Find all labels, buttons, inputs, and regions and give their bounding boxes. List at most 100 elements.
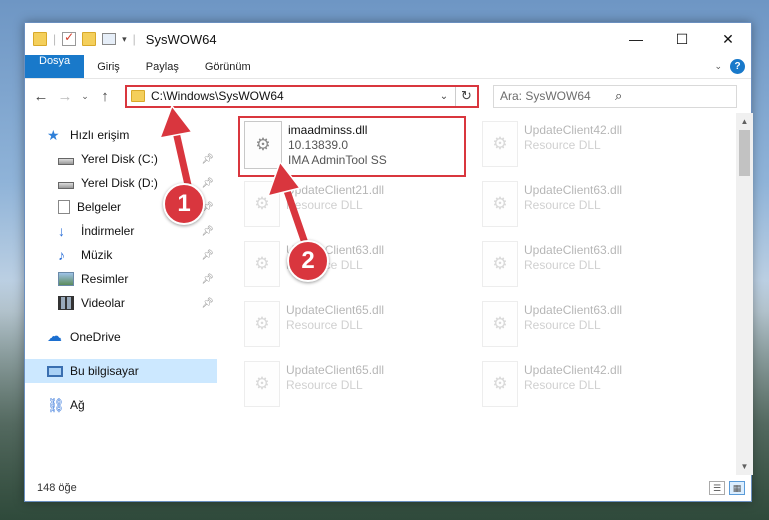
address-row: ← → ⌄ ↑ C:\Windows\SysWOW64 ⌄ ↻ Ara: Sys… — [25, 79, 751, 113]
nav-quick-access[interactable]: ★ Hızlı erişim — [25, 123, 218, 147]
file-item-imaadminss[interactable]: ⚙ imaadminss.dll 10.13839.0 IMA AdminToo… — [238, 116, 466, 177]
nav-label: Resimler — [81, 272, 129, 286]
nav-network[interactable]: ⛓ Ağ — [25, 393, 218, 417]
nav-label: Müzik — [81, 248, 113, 262]
explorer-window: | ▾ | SysWOW64 — ☐ ✕ Dosya Giriş Paylaş … — [24, 22, 753, 502]
file-meta: UpdateClient63.dll Resource DLL — [524, 241, 622, 273]
up-arrow-icon[interactable]: ↑ — [95, 88, 115, 105]
properties-check-icon[interactable] — [62, 30, 77, 46]
quick-access-toolbar: | ▾ | — [25, 30, 136, 46]
pin-icon[interactable]: 📌︎ — [201, 250, 214, 261]
file-description: Resource DLL — [286, 198, 363, 212]
file-meta: UpdateClient42.dll Resource DLL — [524, 121, 622, 153]
close-button[interactable]: ✕ — [705, 23, 751, 55]
help-icon[interactable]: ? — [730, 59, 745, 74]
dll-gear-icon: ⚙ — [244, 121, 282, 169]
nav-item-pictures[interactable]: Resimler 📌︎ — [25, 267, 218, 291]
dll-gear-icon: ⚙ — [482, 181, 518, 227]
scroll-thumb[interactable] — [739, 130, 750, 176]
file-description: Resource DLL — [524, 378, 601, 392]
search-input[interactable]: Ara: SysWOW64 ⌕ — [493, 84, 737, 108]
tab-share[interactable]: Paylaş — [133, 55, 192, 78]
address-path[interactable]: C:\Windows\SysWOW64 — [151, 89, 433, 103]
file-description: Resource DLL — [286, 318, 363, 332]
computer-icon — [47, 365, 63, 377]
file-meta: UpdateClient65.dll Resource DLL — [286, 361, 384, 393]
file-name: UpdateClient21.dll — [286, 183, 385, 197]
scroll-down-arrow-icon[interactable]: ▼ — [736, 458, 753, 475]
file-item[interactable]: ⚙ UpdateClient42.dll Resource DLL — [482, 361, 720, 421]
nav-this-pc[interactable]: Bu bilgisayar — [25, 359, 217, 383]
window-title: SysWOW64 — [145, 31, 217, 47]
customize-toolbar-chevron-icon[interactable]: ▾ — [122, 34, 127, 45]
forward-arrow-icon[interactable]: → — [55, 88, 75, 105]
file-item[interactable]: ⚙ UpdateClient65.dll Resource DLL — [244, 361, 482, 421]
dll-gear-icon: ⚙ — [244, 241, 280, 287]
pin-icon[interactable]: 📌︎ — [201, 178, 214, 189]
minimize-button[interactable]: — — [613, 23, 659, 55]
pin-icon[interactable]: 📌︎ — [201, 274, 214, 285]
disk-icon — [58, 157, 74, 165]
pin-icon[interactable]: 📌︎ — [201, 226, 214, 237]
nav-item-local-disk-c[interactable]: Yerel Disk (C:) 📌︎ — [25, 147, 218, 171]
vertical-scrollbar[interactable]: ▲ ▼ — [736, 113, 753, 475]
file-description: IMA AdminTool SS — [288, 153, 387, 167]
pin-icon[interactable]: 📌︎ — [201, 298, 214, 309]
file-item[interactable]: ⚙ UpdateClient65.dll Resource DLL — [244, 301, 482, 361]
tab-file[interactable]: Dosya — [25, 55, 85, 78]
ribbon-tabs: Dosya Giriş Paylaş Görünüm ⌄ ? — [25, 55, 751, 79]
ribbon-right-controls: ⌄ ? — [714, 55, 751, 78]
file-item[interactable]: ⚙ UpdateClient63.dll Resource DLL — [244, 241, 482, 301]
file-name: UpdateClient65.dll — [286, 303, 385, 317]
address-bar[interactable]: C:\Windows\SysWOW64 ⌄ ↻ — [125, 84, 479, 108]
nav-item-music[interactable]: ♪ Müzik 📌︎ — [25, 243, 218, 267]
file-name: UpdateClient63.dll — [524, 243, 623, 257]
file-meta: UpdateClient21.dll Resource DLL — [286, 181, 384, 213]
scroll-up-arrow-icon[interactable]: ▲ — [736, 113, 753, 130]
file-description: Resource DLL — [524, 138, 601, 152]
tab-home[interactable]: Giriş — [84, 55, 133, 78]
address-dropdown-chevron-icon[interactable]: ⌄ — [433, 91, 455, 102]
dll-gear-icon: ⚙ — [482, 301, 518, 347]
file-name: UpdateClient63.dll — [524, 183, 623, 197]
file-item[interactable]: ⚙ UpdateClient63.dll Resource DLL — [482, 301, 720, 361]
nav-label: Bu bilgisayar — [70, 364, 139, 378]
dll-gear-icon: ⚙ — [244, 181, 280, 227]
recent-locations-chevron-icon[interactable]: ⌄ — [79, 91, 91, 102]
pictures-icon — [58, 272, 74, 286]
toolbar-separator: | — [53, 32, 57, 46]
title-bar: | ▾ | SysWOW64 — ☐ ✕ — [25, 23, 751, 55]
file-item[interactable]: ⚙ UpdateClient63.dll Resource DLL — [482, 241, 720, 301]
back-arrow-icon[interactable]: ← — [31, 88, 51, 105]
network-icon: ⛓ — [47, 397, 65, 413]
pin-icon[interactable]: 📌︎ — [201, 154, 214, 165]
tab-view[interactable]: Görünüm — [192, 55, 264, 78]
star-icon: ★ — [47, 127, 60, 143]
file-meta: UpdateClient65.dll Resource DLL — [286, 301, 384, 333]
file-item[interactable]: ⚙ UpdateClient63.dll Resource DLL — [482, 181, 720, 241]
maximize-button[interactable]: ☐ — [659, 23, 705, 55]
new-folder-icon[interactable] — [82, 32, 97, 46]
nav-label: Yerel Disk (C:) — [81, 152, 158, 166]
nav-label: Videolar — [81, 296, 125, 310]
annotation-marker-2: 2 — [287, 240, 329, 282]
file-description: Resource DLL — [524, 258, 601, 272]
dll-gear-icon: ⚙ — [482, 361, 518, 407]
expand-ribbon-chevron-icon[interactable]: ⌄ — [714, 61, 722, 72]
file-item[interactable]: ⚙ UpdateClient42.dll Resource DLL — [482, 121, 720, 181]
nav-item-videos[interactable]: Videolar 📌︎ — [25, 291, 218, 315]
dll-gear-icon: ⚙ — [482, 121, 518, 167]
tiles-view-icon[interactable]: ▦ — [729, 481, 745, 495]
file-version: 10.13839.0 — [288, 138, 349, 152]
window-controls: — ☐ ✕ — [613, 23, 751, 55]
nav-label: Belgeler — [77, 200, 122, 214]
file-name: imaadminss.dll — [288, 123, 368, 137]
refresh-icon[interactable]: ↻ — [455, 86, 477, 106]
nav-onedrive[interactable]: ☁ OneDrive — [25, 325, 218, 349]
view-options-icon[interactable] — [102, 33, 117, 45]
navigation-pane: ★ Hızlı erişim Yerel Disk (C:) 📌︎ Yerel … — [25, 113, 218, 475]
file-item[interactable]: ⚙ UpdateClient21.dll Resource DLL — [244, 181, 482, 241]
details-view-icon[interactable]: ☰ — [709, 481, 725, 495]
